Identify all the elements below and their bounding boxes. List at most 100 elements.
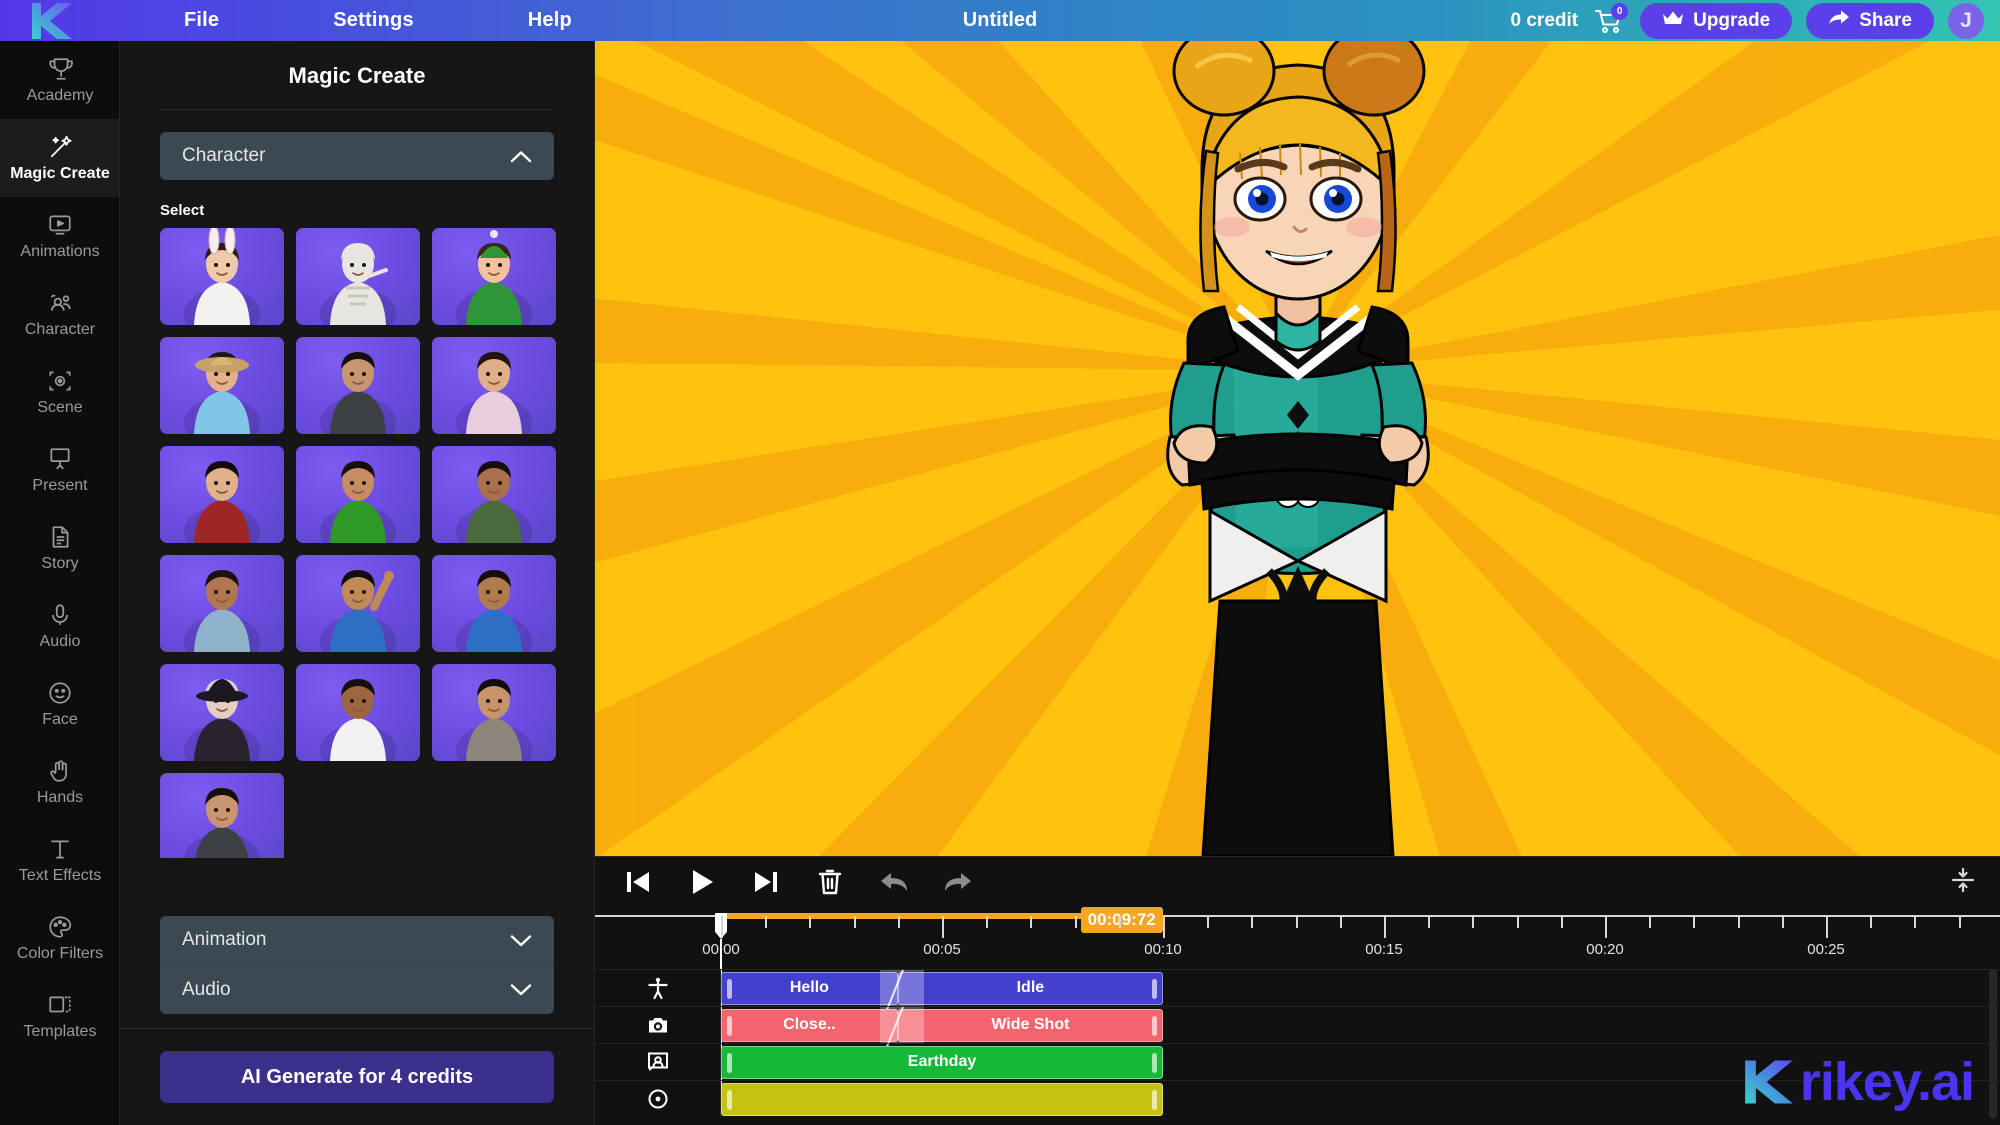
character-thumbnail-woman-lab-coat[interactable] xyxy=(296,664,420,761)
ruler-tick xyxy=(1384,916,1386,938)
timeline-ruler[interactable]: 00:09:72 00:00 00:05 00:10 00:15 00:20 00:25 xyxy=(595,907,2000,1099)
sidebar-item-face[interactable]: Face xyxy=(0,665,119,743)
timeline-clip[interactable]: Idle xyxy=(897,971,1163,1005)
sidebar-item-scene[interactable]: Scene xyxy=(0,353,119,431)
character-thumbnail-woman-blue-shirt[interactable] xyxy=(432,555,556,652)
character-thumbnail-man-in-suit-thinking[interactable] xyxy=(296,337,420,434)
clip-resize-handle-right[interactable] xyxy=(1151,1015,1157,1036)
menu-help[interactable]: Help xyxy=(506,9,594,32)
krikey-k-logo-icon[interactable] xyxy=(22,0,82,41)
accordion-animation[interactable]: Animation xyxy=(160,916,554,965)
skip-start-icon[interactable] xyxy=(621,865,655,899)
clip-resize-handle-left[interactable] xyxy=(727,1052,732,1073)
character-thumbnail-woman-green-dress[interactable] xyxy=(296,446,420,543)
clip-label: Close.. xyxy=(783,1016,836,1033)
character-thumbnail-witch[interactable] xyxy=(160,664,284,761)
timeline-clip[interactable]: Wide Shot xyxy=(897,1008,1163,1042)
magic-create-panel: Magic Create Character Select Animation xyxy=(120,41,595,1125)
audio-track-icon[interactable] xyxy=(595,1080,721,1118)
ruler-time-label: 00:10 xyxy=(1144,941,1182,958)
character-thumbnail-person-floral-shirt[interactable] xyxy=(432,446,556,543)
clip-resize-handle-right[interactable] xyxy=(1152,1052,1157,1073)
clip-crossfade[interactable] xyxy=(880,1006,925,1044)
accordion-stack: Animation Audio xyxy=(160,916,554,1014)
skip-end-icon[interactable] xyxy=(749,865,783,899)
clip-label: Wide Shot xyxy=(991,1016,1070,1033)
accordion-character-label: Character xyxy=(182,145,266,166)
clip-resize-handle-left[interactable] xyxy=(727,978,732,999)
track-lane[interactable]: Hello Idle xyxy=(721,969,2000,1007)
character-thumbnail-straw-hat-woman[interactable] xyxy=(160,337,284,434)
character-thumbnail-man-red-jacket[interactable] xyxy=(160,446,284,543)
timeline-clip[interactable]: Hello xyxy=(721,971,898,1005)
ruler-tick xyxy=(1781,916,1784,928)
body-animation-icon[interactable] xyxy=(595,969,721,1007)
track-lane[interactable] xyxy=(721,1081,2000,1118)
current-time-badge: 00:09:72 xyxy=(1080,907,1163,933)
sidebar-item-story[interactable]: Story xyxy=(0,509,119,587)
timeline-clip[interactable]: Earthday xyxy=(721,1045,1163,1079)
credit-balance: 0 credit xyxy=(1510,9,1579,31)
track-lane[interactable]: Earthday xyxy=(721,1044,2000,1081)
character-thumbnail-woman-denim-thinking[interactable] xyxy=(160,555,284,652)
clip-resize-handle-right[interactable] xyxy=(1152,1089,1157,1110)
ruler-tick xyxy=(1605,916,1607,938)
document-title[interactable]: Untitled xyxy=(963,9,1037,32)
sidebar-item-color-filters[interactable]: Color Filters xyxy=(0,899,119,977)
menu-file[interactable]: File xyxy=(162,9,241,32)
ruler-tick xyxy=(1163,916,1165,938)
upgrade-button[interactable]: Upgrade xyxy=(1640,2,1793,39)
character-thumbnail-elf-waving[interactable] xyxy=(432,228,556,325)
timeline-clip[interactable]: Close.. xyxy=(721,1008,898,1042)
character-thumbnail-man-grey-sweater[interactable] xyxy=(432,664,556,761)
ruler-tick xyxy=(853,916,856,928)
presentation-icon xyxy=(47,446,73,472)
sidebar-item-present[interactable]: Present xyxy=(0,431,119,509)
expand-collapse-vertical-icon[interactable] xyxy=(1948,865,1978,895)
sidebar-item-audio[interactable]: Audio xyxy=(0,587,119,665)
character-thumbnail-woman-arms-crossed[interactable] xyxy=(432,337,556,434)
avatar-character-figure xyxy=(1165,41,1430,856)
sidebar-item-character[interactable]: Character xyxy=(0,275,119,353)
preview-stage[interactable] xyxy=(595,41,2000,856)
redo-arrow-icon[interactable] xyxy=(941,865,975,899)
accordion-character[interactable]: Character xyxy=(160,132,554,180)
text-t-icon xyxy=(47,836,73,862)
sidebar-item-label: Magic Create xyxy=(10,164,110,182)
timeline-clip[interactable] xyxy=(721,1082,1163,1116)
ai-generate-button[interactable]: AI Generate for 4 credits xyxy=(160,1051,554,1103)
clip-resize-handle-left[interactable] xyxy=(727,1015,732,1036)
character-thumbnail-man-partial-row[interactable] xyxy=(160,773,284,858)
track-lane[interactable]: Close.. Wide Shot xyxy=(721,1006,2000,1044)
menu-settings[interactable]: Settings xyxy=(311,9,436,32)
undo-arrow-icon[interactable] xyxy=(877,865,911,899)
shopping-cart-icon[interactable]: 0 xyxy=(1592,2,1629,38)
clip-resize-handle-left[interactable] xyxy=(727,1089,732,1110)
sidebar-item-magic-create[interactable]: Magic Create xyxy=(0,119,119,197)
background-image-icon[interactable] xyxy=(595,1043,721,1081)
share-button[interactable]: Share xyxy=(1806,2,1934,39)
trash-icon[interactable] xyxy=(813,865,847,899)
sidebar-item-label: Academy xyxy=(26,86,94,104)
ruler-tick xyxy=(1649,916,1652,928)
sidebar-item-academy[interactable]: Academy xyxy=(0,41,119,119)
play-icon[interactable] xyxy=(685,865,719,899)
clip-crossfade[interactable] xyxy=(880,969,925,1007)
character-thumbnail-man-pointing-up[interactable] xyxy=(296,555,420,652)
sidebar-item-animations[interactable]: Animations xyxy=(0,197,119,275)
avatar[interactable]: J xyxy=(1948,2,1984,39)
character-thumbnail-skeleton[interactable] xyxy=(296,228,420,325)
timeline-background-track: Earthday xyxy=(595,1043,2000,1081)
timeline-scrollbar[interactable] xyxy=(1989,969,1997,1119)
cart-badge: 0 xyxy=(1611,2,1629,20)
character-thumbnail-bunny-costume-girl[interactable] xyxy=(160,228,284,325)
ruler-time-label: 00:20 xyxy=(1586,941,1624,958)
clip-resize-handle-right[interactable] xyxy=(1151,978,1157,999)
accordion-audio[interactable]: Audio xyxy=(160,965,554,1014)
sidebar-item-hands[interactable]: Hands xyxy=(0,743,119,821)
sidebar-item-label: Animations xyxy=(20,242,100,260)
sidebar-item-text-effects[interactable]: Text Effects xyxy=(0,821,119,899)
camera-icon[interactable] xyxy=(595,1006,721,1044)
templates-icon xyxy=(47,992,73,1018)
sidebar-item-templates[interactable]: Templates xyxy=(0,977,119,1055)
